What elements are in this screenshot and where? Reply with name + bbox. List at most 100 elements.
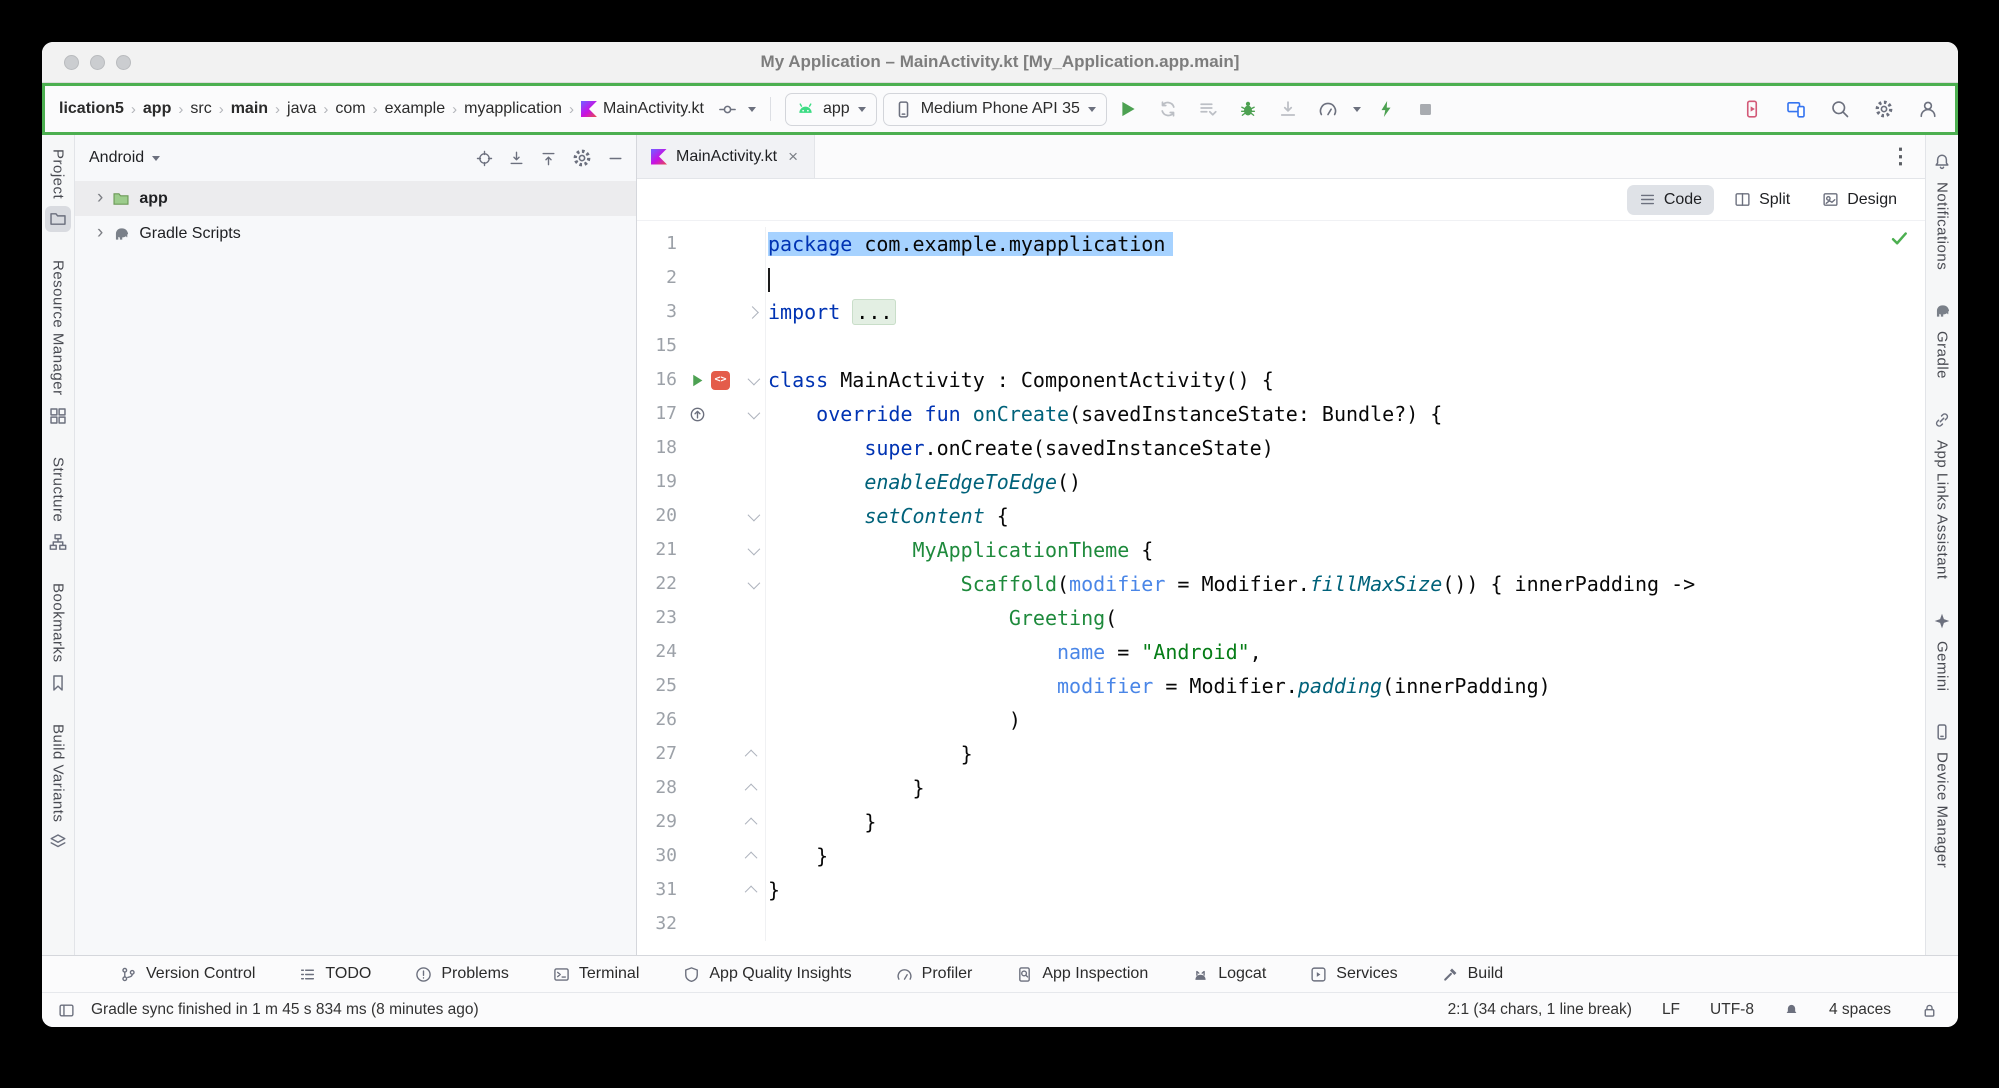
mode-code-button[interactable]: Code: [1627, 185, 1714, 215]
bottom-bar-item-app-quality-insights[interactable]: App Quality Insights: [683, 965, 851, 983]
fold-marker[interactable]: [739, 397, 765, 431]
fold-chevron-icon[interactable]: [744, 851, 757, 864]
code-line-31[interactable]: 31}: [637, 873, 1925, 907]
expand-all-icon[interactable]: [508, 150, 525, 167]
hide-panel-icon[interactable]: [607, 150, 624, 167]
bottom-bar-item-build[interactable]: Build: [1442, 965, 1504, 983]
project-view-selector[interactable]: Android: [89, 149, 160, 167]
fold-chevron-icon[interactable]: [747, 576, 760, 589]
device-mirroring-icon[interactable]: [1781, 94, 1811, 124]
bottom-bar-item-profiler[interactable]: Profiler: [896, 965, 973, 983]
code-line-2[interactable]: 2: [637, 261, 1925, 295]
account-icon[interactable]: [1913, 94, 1943, 124]
breadcrumb-item-com[interactable]: com: [333, 99, 367, 119]
apply-changes-icon[interactable]: [1153, 94, 1183, 124]
settings-gear-icon[interactable]: [1869, 94, 1899, 124]
fold-marker[interactable]: [739, 635, 765, 669]
encoding-widget[interactable]: UTF-8: [1710, 1001, 1754, 1019]
fold-chevron-icon[interactable]: [747, 542, 760, 555]
bottom-bar-item-problems[interactable]: Problems: [415, 965, 509, 983]
bottom-bar-item-logcat[interactable]: Logcat: [1192, 965, 1266, 983]
code-line-30[interactable]: 30 }: [637, 839, 1925, 873]
tree-item-app[interactable]: › app: [75, 181, 636, 216]
fold-marker[interactable]: [739, 703, 765, 737]
run-configuration-dropdown[interactable]: app: [785, 93, 877, 126]
attach-debugger-icon[interactable]: [1273, 94, 1303, 124]
fold-chevron-icon[interactable]: [747, 372, 760, 385]
search-icon[interactable]: [1825, 94, 1855, 124]
code-line-32[interactable]: 32: [637, 907, 1925, 941]
zoom-window-button[interactable]: [116, 55, 131, 70]
bottom-bar-item-version-control[interactable]: Version Control: [120, 965, 255, 983]
fold-marker[interactable]: [739, 329, 765, 363]
panel-options-gear-icon[interactable]: [572, 148, 592, 168]
breadcrumb-item-myapplication[interactable]: myapplication: [462, 99, 564, 119]
breadcrumb-item-app[interactable]: app: [141, 99, 173, 119]
fold-marker[interactable]: [739, 907, 765, 941]
tool-window-tab-project[interactable]: Project: [45, 149, 71, 232]
collapse-all-icon[interactable]: [540, 150, 557, 167]
compose-preview-icon[interactable]: <>: [711, 371, 730, 390]
inspections-ok-check-icon[interactable]: [1890, 229, 1909, 248]
vcs-widget-icon[interactable]: [712, 94, 742, 124]
code-line-1[interactable]: 1package com.example.myapplication: [637, 227, 1925, 261]
breadcrumb-item-lication5[interactable]: lication5: [57, 99, 126, 119]
fold-marker[interactable]: [739, 805, 765, 839]
chevron-right-icon[interactable]: ›: [97, 188, 103, 207]
fold-chevron-icon[interactable]: [747, 406, 760, 419]
code-line-18[interactable]: 18 super.onCreate(savedInstanceState): [637, 431, 1925, 465]
close-tab-icon[interactable]: ×: [786, 147, 800, 167]
editor-tab-mainactivity[interactable]: MainActivity.kt ×: [637, 135, 815, 178]
code-line-23[interactable]: 23 Greeting(: [637, 601, 1925, 635]
code-line-24[interactable]: 24 name = "Android",: [637, 635, 1925, 669]
tool-window-tab-structure[interactable]: Structure: [45, 457, 71, 555]
fold-marker[interactable]: [739, 465, 765, 499]
tool-window-tab-app-links-assistant[interactable]: App Links Assistant: [1929, 407, 1955, 580]
fold-marker[interactable]: [739, 567, 765, 601]
fold-marker[interactable]: [739, 771, 765, 805]
fold-marker[interactable]: [739, 363, 765, 397]
tool-window-tab-gradle[interactable]: Gradle: [1929, 298, 1955, 379]
code-editor[interactable]: 1package com.example.myapplication23impo…: [637, 221, 1925, 955]
fold-marker[interactable]: [739, 839, 765, 873]
mode-design-button[interactable]: Design: [1810, 185, 1909, 215]
code-line-15[interactable]: 15: [637, 329, 1925, 363]
fold-marker[interactable]: [739, 261, 765, 295]
fold-marker[interactable]: [739, 533, 765, 567]
running-devices-icon[interactable]: [1737, 94, 1767, 124]
tool-window-tab-bookmarks[interactable]: Bookmarks: [45, 583, 71, 696]
code-line-25[interactable]: 25 modifier = Modifier.padding(innerPadd…: [637, 669, 1925, 703]
code-line-26[interactable]: 26 ): [637, 703, 1925, 737]
stop-button[interactable]: [1411, 94, 1441, 124]
run-class-icon[interactable]: [689, 372, 706, 389]
fold-marker[interactable]: [739, 873, 765, 907]
editor-options-kebab-icon[interactable]: ⋮: [1890, 144, 1925, 169]
code-line-27[interactable]: 27 }: [637, 737, 1925, 771]
code-line-16[interactable]: 16<>class MainActivity : ComponentActivi…: [637, 363, 1925, 397]
apply-code-changes-icon[interactable]: [1193, 94, 1223, 124]
fold-chevron-icon[interactable]: [744, 817, 757, 830]
device-selector-dropdown[interactable]: Medium Phone API 35: [883, 93, 1107, 126]
fold-marker[interactable]: [739, 499, 765, 533]
readonly-lock-icon[interactable]: [1921, 1002, 1938, 1019]
breadcrumb-item-main[interactable]: main: [229, 99, 270, 119]
fold-marker[interactable]: [739, 431, 765, 465]
fold-chevron-icon[interactable]: [744, 885, 757, 898]
code-line-19[interactable]: 19 enableEdgeToEdge(): [637, 465, 1925, 499]
code-line-29[interactable]: 29 }: [637, 805, 1925, 839]
chevron-right-icon[interactable]: ›: [97, 223, 103, 242]
caret-position-widget[interactable]: 2:1 (34 chars, 1 line break): [1448, 1001, 1632, 1019]
fold-marker[interactable]: [739, 295, 765, 329]
fold-marker[interactable]: [739, 227, 765, 261]
fold-marker[interactable]: [739, 601, 765, 635]
line-separator-widget[interactable]: LF: [1662, 1001, 1680, 1019]
bottom-bar-item-terminal[interactable]: Terminal: [553, 965, 639, 983]
tool-window-tab-gemini[interactable]: Gemini: [1929, 608, 1955, 692]
tool-window-tab-device-manager[interactable]: Device Manager: [1929, 719, 1955, 868]
overriding-method-icon[interactable]: [689, 406, 706, 423]
mode-split-button[interactable]: Split: [1722, 185, 1802, 215]
tool-window-tab-notifications[interactable]: Notifications: [1929, 149, 1955, 270]
notifications-indicator-icon[interactable]: [1784, 1003, 1799, 1018]
fold-chevron-icon[interactable]: [744, 749, 757, 762]
close-window-button[interactable]: [64, 55, 79, 70]
